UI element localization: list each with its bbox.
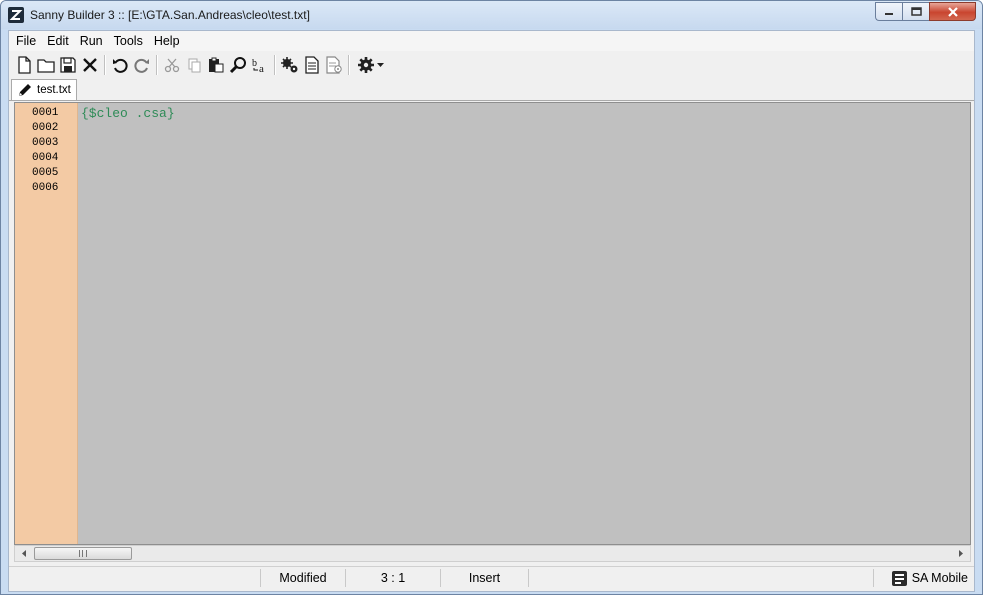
paste-button[interactable] [205,54,227,76]
copy-button[interactable] [183,54,205,76]
copy-icon [188,58,201,73]
undo-icon [113,58,128,73]
document-gear-icon [326,56,342,74]
line-number: 0005 [32,167,59,179]
menu-tools[interactable]: Tools [109,31,149,51]
search-icon [229,57,246,74]
replace-button[interactable]: ba [249,54,271,76]
decompile-button[interactable] [323,54,345,76]
scroll-left-button[interactable] [15,546,32,561]
pencil-icon [17,81,35,99]
line-number: 0004 [32,152,59,164]
undo-button[interactable] [109,54,131,76]
close-file-button[interactable] [79,54,101,76]
minimize-icon [885,12,893,15]
chevron-right-icon [959,550,963,557]
line-number: 0006 [32,182,59,194]
client-area: File Edit Run Tools Help b a test.txt 00… [8,30,975,592]
tab-strip: test.txt [9,78,974,101]
status-empty-panel [528,569,873,587]
svg-text:a: a [259,63,264,73]
status-divider [873,569,874,587]
close-file-icon [83,58,97,72]
compile-button[interactable] [279,54,301,76]
code-line[interactable]: {$cleo .csa} [81,106,175,121]
line-number-gutter: 0001 0002 0003 0004 0005 0006 [15,103,78,544]
replace-icon: ba [252,58,264,73]
game-mode-icon [891,570,907,586]
title-bar[interactable]: Sanny Builder 3 :: [E:\GTA.San.Andreas\c… [1,1,982,29]
chevron-down-icon [377,62,384,67]
sanny-builder-app-icon [8,7,24,23]
open-file-button[interactable] [35,54,57,76]
toolbar-separator [156,55,158,75]
scissors-icon [164,58,180,73]
horizontal-scrollbar[interactable] [14,545,971,562]
status-cursor-position: 3 : 1 [345,569,440,587]
status-modified: Modified [260,569,345,587]
menu-help[interactable]: Help [149,31,186,51]
code-editor[interactable]: 0001 0002 0003 0004 0005 0006 {$cleo .cs… [14,102,971,545]
scrollbar-thumb[interactable] [34,547,132,560]
maximize-button[interactable] [902,2,929,21]
status-insert-mode: Insert [440,569,528,587]
gears-icon [281,57,298,73]
status-game-mode[interactable]: SA Mobile [891,569,968,587]
game-mode-label: SA Mobile [911,571,968,585]
toolbar: ba [9,52,974,78]
app-window: Sanny Builder 3 :: [E:\GTA.San.Andreas\c… [0,0,983,595]
grip-icon [79,550,87,557]
save-icon [60,57,76,73]
status-bar: Modified 3 : 1 Insert SA Mobile [9,566,974,590]
minimize-button[interactable] [875,2,902,21]
svg-text:b: b [252,58,257,69]
options-dropdown-button[interactable] [353,54,387,76]
close-icon [947,6,958,17]
toolbar-separator [104,55,106,75]
menu-run[interactable]: Run [75,31,109,51]
line-number: 0003 [32,137,59,149]
maximize-icon [910,7,922,16]
close-window-button[interactable] [929,2,976,21]
line-number: 0002 [32,122,59,134]
menu-edit[interactable]: Edit [42,31,75,51]
cut-button[interactable] [161,54,183,76]
window-title: Sanny Builder 3 :: [E:\GTA.San.Andreas\c… [30,8,310,22]
line-number: 0001 [32,107,59,119]
redo-button[interactable] [131,54,153,76]
gear-icon [358,57,374,73]
menu-file[interactable]: File [11,31,42,51]
compile-run-button[interactable] [301,54,323,76]
scroll-right-button[interactable] [953,546,970,561]
tab-label: test.txt [37,84,71,96]
new-file-button[interactable] [13,54,35,76]
chevron-left-icon [22,550,26,557]
new-file-icon [18,56,31,74]
save-file-button[interactable] [57,54,79,76]
tab-test-txt[interactable]: test.txt [11,79,77,100]
document-icon [305,56,319,74]
redo-icon [134,58,149,73]
paste-icon [209,57,224,73]
toolbar-separator [348,55,350,75]
find-button[interactable] [227,54,249,76]
toolbar-separator [274,55,276,75]
folder-icon [37,59,55,73]
menu-bar: File Edit Run Tools Help [9,31,974,51]
